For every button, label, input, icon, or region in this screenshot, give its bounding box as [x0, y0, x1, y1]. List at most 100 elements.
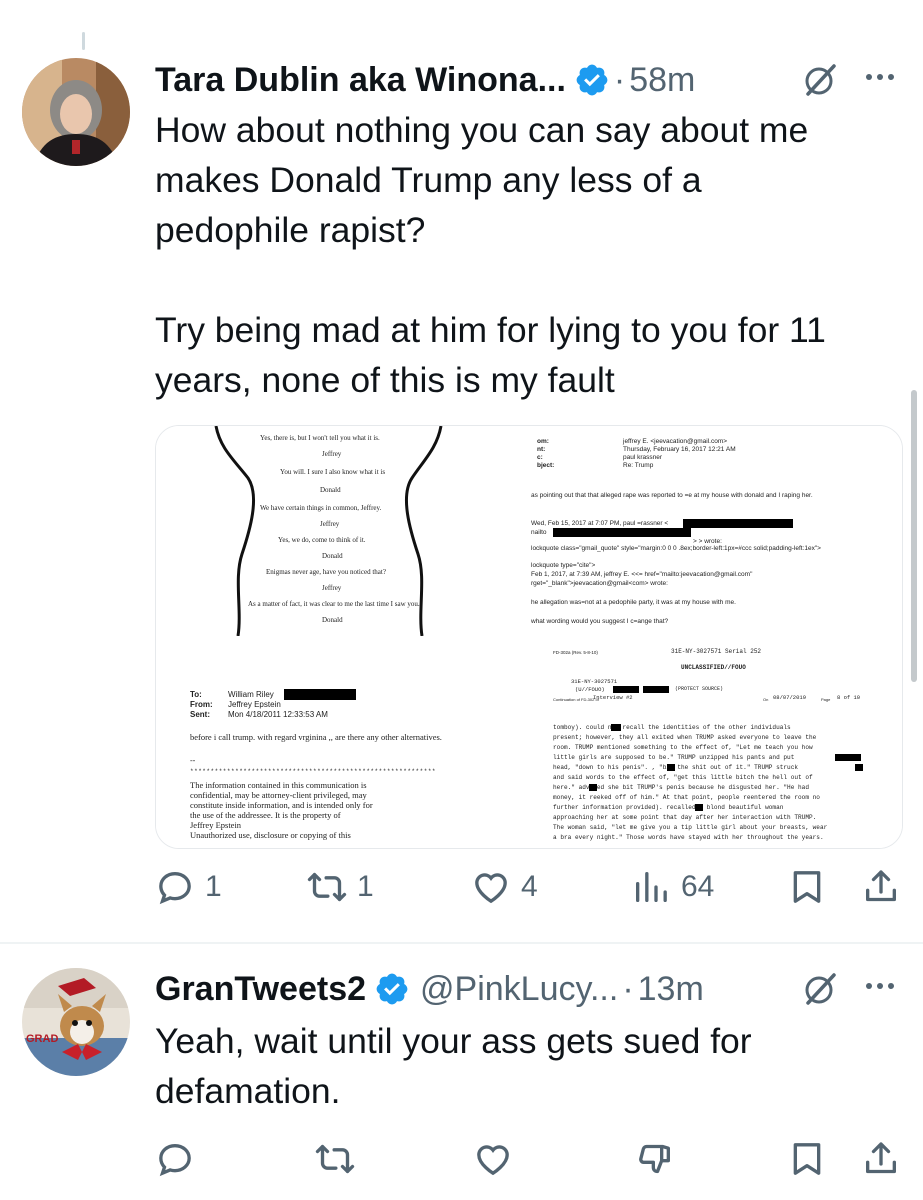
tweet-2[interactable]: GRAD GranTweets2 @PinkLucy... · 13m Yeah… [0, 944, 923, 1200]
redaction [284, 689, 356, 700]
share-button[interactable] [861, 1134, 901, 1184]
doc4-date: 08/07/2019 [773, 694, 807, 701]
doc4-on-label: On [763, 697, 769, 702]
media-image-2[interactable]: om: nt: c: bject: jeffrey E. <jeevacatio… [531, 426, 902, 636]
doc3-value: Mon 4/18/2011 12:33:53 AM [228, 710, 328, 719]
doc1-line: Donald [322, 552, 343, 560]
redaction [835, 754, 861, 761]
share-icon [866, 1142, 896, 1174]
bookmark-button[interactable] [787, 862, 827, 912]
separator-dot: · [622, 969, 634, 1008]
doc4-form: FD-302a (Rev. 5-8-10) [553, 650, 598, 655]
doc3-notice: confidential, may be attorney-client pri… [190, 790, 367, 800]
redaction [667, 764, 675, 771]
display-name[interactable]: Tara Dublin aka Winona... [155, 61, 566, 100]
user-handle[interactable]: @PinkLucy... [420, 970, 618, 1009]
doc2-label: c: [537, 454, 543, 461]
doc2-body: Feb 1, 2017, at 7:39 AM, jeffrey E. <<= … [531, 571, 753, 578]
doc1-line: Yes, there is, but I won't tell you what… [260, 434, 380, 442]
doc1-line: Yes, we do, come to think of it. [278, 536, 366, 544]
doc4-body: further information provided). recalled … [553, 804, 784, 811]
doc2-body: lockquote class="gmail_quote" style="mar… [531, 545, 821, 552]
redaction [611, 724, 621, 731]
grok-icon[interactable] [800, 969, 840, 1009]
doc4-interview: Interview #2 [593, 694, 633, 701]
avatar-sign-text: GRAD [26, 1033, 58, 1045]
scrollbar[interactable] [911, 390, 917, 682]
media-image-3[interactable]: To: From: Sent: William Riley Jeffrey Ep… [156, 640, 526, 848]
verified-badge-icon [376, 973, 408, 1005]
reply-button[interactable] [155, 1134, 195, 1184]
tweet-time[interactable]: 58m [629, 61, 695, 100]
doc1-line: Jeffrey [320, 520, 340, 528]
doc2-body: as pointing out that that alleged rape w… [531, 492, 813, 499]
tweet-text: How about nothing you can say about me m… [155, 110, 826, 400]
like-icon [475, 873, 507, 904]
doc1-line: Enigmas never age, have you noticed that… [266, 568, 386, 576]
doc4-case: 31E-NY-3027571 [571, 678, 618, 685]
doc2-body: > > wrote: [693, 538, 722, 545]
doc4-body: a bra every night." Those words have sta… [553, 834, 824, 841]
doc4-classification: UNCLASSIFIED//FOUO [681, 664, 746, 671]
repost-button[interactable] [315, 1134, 355, 1184]
separator-dot: · [613, 60, 626, 99]
like-button[interactable] [473, 1134, 513, 1184]
grok-icon[interactable] [800, 60, 840, 100]
redaction [855, 764, 863, 771]
doc2-label: nt: [537, 446, 546, 453]
views-button[interactable]: 64 [631, 862, 714, 912]
redaction [683, 519, 793, 528]
more-icon[interactable] [865, 72, 895, 82]
tweet-time[interactable]: 13m [638, 970, 704, 1009]
display-name[interactable]: GranTweets2 [155, 970, 366, 1009]
share-button[interactable] [861, 862, 901, 912]
doc4-body: tomboy). could not recall the identities… [553, 724, 791, 731]
media-image-1[interactable]: Yes, there is, but I won't tell you what… [156, 426, 526, 636]
media-image-4[interactable]: FD-302a (Rev. 5-8-10) 31E-NY-3027571 Ser… [531, 640, 902, 848]
like-icon [477, 1145, 509, 1176]
doc4-page-label: Page [821, 697, 831, 702]
like-count: 4 [521, 870, 538, 903]
doc1-line: Donald [320, 486, 341, 494]
reply-count: 1 [205, 870, 222, 903]
tweet-1[interactable]: Tara Dublin aka Winona... · 58m How abou… [0, 0, 923, 942]
doc3-notice: the use of the addressee. It is the prop… [190, 810, 341, 820]
redaction [613, 686, 639, 693]
avatar[interactable]: GRAD [22, 968, 130, 1076]
reply-icon [159, 1143, 191, 1177]
doc4-body: head, "down to his penis". , "bit the sh… [553, 764, 799, 771]
doc2-body: nailto [531, 529, 547, 536]
doc1-line: As a matter of fact, it was clear to me … [248, 600, 420, 608]
tweet-header: Tara Dublin aka Winona... · 58m [155, 55, 695, 105]
dislike-icon [639, 1144, 670, 1174]
doc2-label: om: [537, 438, 549, 445]
reply-icon [159, 871, 191, 905]
doc4-body: The woman said, "let me give you a tip l… [553, 824, 828, 831]
doc3-notice: The information contained in this commun… [190, 780, 367, 790]
verified-badge-icon [576, 64, 608, 96]
doc2-value: Re: Trump [623, 462, 654, 469]
doc1-line: Jeffrey [322, 450, 342, 458]
doc2-value: jeffrey E. <jeevacation@gmail.com> [623, 438, 728, 445]
doc3-label: To: [190, 690, 202, 699]
doc4-body: little girls are supposed to be." TRUMP … [553, 754, 795, 761]
more-icon[interactable] [865, 981, 895, 991]
repost-button[interactable]: 1 [307, 862, 374, 912]
reply-button[interactable]: 1 [155, 862, 222, 912]
bookmark-button[interactable] [787, 1134, 827, 1184]
media-grid[interactable]: Yes, there is, but I won't tell you what… [155, 425, 903, 849]
dislike-button[interactable] [635, 1134, 675, 1184]
tweet-header: GranTweets2 @PinkLucy... · 13m [155, 964, 704, 1014]
avatar[interactable] [22, 58, 130, 166]
doc2-body: Wed, Feb 15, 2017 at 7:07 PM, paul =rass… [531, 520, 669, 527]
redaction [553, 528, 691, 537]
doc1-line: We have certain things in common, Jeffre… [260, 504, 382, 512]
doc1-line: Jeffrey [322, 584, 342, 592]
doc2-body: he allegation was=not at a pedophile par… [531, 599, 736, 606]
doc2-label: bject: [537, 462, 555, 469]
like-button[interactable]: 4 [471, 862, 538, 912]
tweet-text: Yeah, wait until your ass gets sued for … [155, 1021, 752, 1111]
doc2-body: what wording would you suggest I c=ange … [531, 618, 669, 625]
bookmark-icon [793, 1143, 821, 1175]
doc3-body: before i call trump. with regard vrginin… [190, 732, 442, 742]
